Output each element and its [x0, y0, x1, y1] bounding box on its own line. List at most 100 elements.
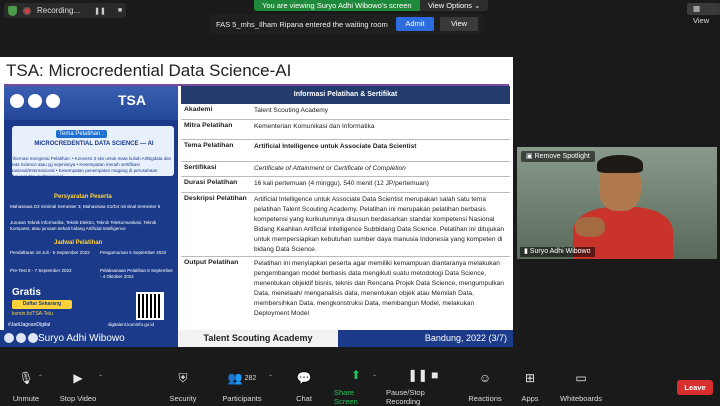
spotlight-label: Remove Spotlight	[534, 153, 590, 160]
participants-label: Participants	[222, 394, 262, 403]
recording-control-label: Pause/Stop Recording	[386, 388, 425, 406]
stop-recording-icon[interactable]: ■	[118, 7, 122, 14]
telkom-logo-icon	[46, 94, 60, 108]
share-chevron-icon[interactable]: ⌃	[372, 374, 377, 381]
apps-button[interactable]: ⊞ Apps	[520, 368, 540, 404]
row-key: Durasi Pelatihan	[184, 179, 238, 186]
spotlight-icon: ▣	[526, 153, 535, 160]
syarat-2: Jurusan Teknik Informatika, Teknik Elekt…	[10, 220, 157, 231]
table-row: Sertifikasi Certificate of Attainment or…	[181, 162, 510, 177]
share-screen-icon: ⬆	[350, 368, 362, 382]
row-value: Talent Scouting Academy	[254, 107, 329, 114]
stop-video-button[interactable]: ▶ Stop Video	[58, 368, 98, 404]
table-row: Deskripsi Pelatihan Artificial Intellige…	[181, 193, 510, 257]
zoom-icon[interactable]	[28, 333, 38, 343]
leave-button[interactable]: Leave	[677, 380, 713, 395]
view-menu-label: View	[693, 16, 710, 25]
pen-icon[interactable]	[16, 333, 26, 343]
reactions-button[interactable]: ☺ Reactions	[468, 368, 502, 404]
record-dot-icon	[23, 6, 31, 15]
mic-muted-icon: 🎙	[18, 371, 34, 385]
kominfo-logo-icon	[10, 94, 24, 108]
view-waiting-room-button[interactable]: View	[440, 17, 478, 31]
table-row: Durasi Pelatihan 16 kali pertemuan (4 mi…	[181, 177, 510, 193]
unmute-label: Unmute	[12, 394, 40, 403]
row-value: Artificial Intelligence untuk Associate …	[254, 196, 504, 253]
whiteboard-icon: ▭	[575, 371, 587, 385]
prev-slide-icon[interactable]	[4, 333, 14, 343]
table-row: Mitra Pelatihan Kementerian Komunikasi d…	[181, 120, 510, 140]
participants-button[interactable]: 👥 282 Participants	[222, 368, 262, 404]
shield-icon: ⛨	[178, 370, 188, 385]
row-key: Tema Pelatihan	[184, 142, 234, 149]
pause-stop-recording-button[interactable]: ❚❚ ■ Pause/Stop Recording	[386, 368, 460, 406]
recording-label: Recording...	[37, 6, 81, 15]
view-options-button[interactable]: View Options ⌄	[420, 0, 489, 11]
jadwal-pendaftaran: Pendaftaran 18 Juli - 5 September 2022	[10, 250, 90, 255]
security-button[interactable]: ⛨ Security	[168, 368, 198, 404]
gratis-label: Gratis	[12, 287, 41, 298]
registration-link: komin.fo/TSA-Telu	[12, 311, 53, 317]
jadwal-pretest: Pre-Test 8 - 7 September 2022	[10, 268, 72, 273]
table-row: Tema Pelatihan Artificial Intelligence u…	[181, 140, 510, 162]
chat-label: Chat	[296, 394, 312, 403]
row-key: Deskripsi Pelatihan	[184, 195, 247, 202]
row-key: Akademi	[184, 106, 213, 113]
row-value: Kementerian Komunikasi dan Informatika	[254, 123, 375, 130]
tsa-poster: TSA Tema Pelatihan : MICROCREDENTIAL DAT…	[4, 86, 178, 330]
admit-button[interactable]: Admit	[396, 17, 434, 31]
reactions-icon: ☺	[478, 371, 492, 385]
security-label: Security	[169, 394, 197, 403]
row-key: Output Pelatihan	[184, 259, 239, 266]
row-value: Certificate of Attainment or Certificate…	[254, 165, 406, 172]
view-menu-button[interactable]: ▦ View	[687, 3, 720, 25]
row-key: Sertifikasi	[184, 164, 217, 171]
stop-video-label: Stop Video	[59, 394, 97, 403]
grid-icon: ▦	[693, 4, 701, 13]
participants-chevron-icon[interactable]: ⌃	[268, 374, 273, 381]
footer-academy: Talent Scouting Academy	[178, 330, 338, 347]
jadwal-heading: Jadwal Pelatihan	[54, 240, 103, 246]
whiteboards-button[interactable]: ▭ Whiteboards	[560, 368, 602, 404]
participants-icon: 👥 282	[227, 371, 257, 385]
remove-spotlight-button[interactable]: ▣ Remove Spotlight	[521, 151, 595, 162]
table-row: Akademi Talent Scouting Academy	[181, 104, 510, 120]
shield-icon	[8, 5, 17, 16]
tema-label: Tema Pelatihan :	[56, 130, 107, 138]
persyaratan-heading: Persyaratan Peserta	[54, 194, 112, 200]
qr-code	[136, 292, 164, 320]
participant-name-text: Suryo Adhi Wibowo	[529, 248, 591, 255]
row-value: Pelatihan ini menyiapkan peserta agar me…	[254, 260, 504, 317]
chat-button[interactable]: 💬 Chat	[293, 368, 315, 404]
speaker-hand	[575, 217, 605, 237]
reactions-label: Reactions	[468, 394, 502, 403]
top-bar: Recording... ❚❚ ■ You are viewing Suryo …	[0, 0, 720, 25]
recording-indicator[interactable]: Recording... ❚❚ ■	[4, 3, 127, 18]
speaker-hair	[597, 155, 643, 173]
participants-count: 282	[244, 374, 257, 382]
viewing-banner: You are viewing Suryo Adhi Wibowo's scre…	[254, 0, 420, 11]
waiting-room-message: FAS 5_mhs_Ilham Ripana entered the waiti…	[216, 19, 388, 29]
daftar-sekarang-badge: Daftar Sekarang	[12, 300, 72, 309]
spotlight-video-tile[interactable]: ▣ Remove Spotlight ▮ Suryo Adhi Wibowo	[517, 147, 717, 259]
waiting-room-notification: FAS 5_mhs_Ilham Ripana entered the waiti…	[210, 14, 484, 34]
video-options-chevron-icon[interactable]: ⌃	[98, 374, 103, 381]
tema-title: MICROCREDENTIAL DATA SCIENCE — AI	[34, 141, 154, 147]
poster-hashtag: #JadiJagoanDigital	[8, 322, 51, 328]
row-key: Mitra Pelatihan	[184, 122, 233, 129]
syarat-1: Mahasiswa D3 minimal Semester 3, Mahasis…	[10, 204, 161, 209]
record-pause-icon: ❚❚ ■	[407, 368, 439, 382]
share-screen-label: Share Screen	[334, 388, 358, 406]
pause-recording-icon[interactable]: ❚❚	[94, 7, 106, 15]
table-row: Output Pelatihan Pelatihan ini menyiapka…	[181, 257, 510, 323]
digitalent-logo-icon	[28, 94, 42, 108]
apps-label: Apps	[521, 394, 539, 403]
poster-website: digitalent.kominfo.go.id	[108, 322, 155, 327]
poster-tsa-logo: TSA	[118, 92, 146, 108]
apps-icon: ⊞	[524, 371, 536, 385]
whiteboards-label: Whiteboards	[559, 394, 603, 403]
partner-logos	[10, 94, 60, 108]
slide-pen-tools[interactable]	[4, 333, 38, 343]
info-table: Akademi Talent Scouting Academy Mitra Pe…	[181, 104, 510, 323]
audio-options-chevron-icon[interactable]: ⌃	[38, 374, 43, 381]
